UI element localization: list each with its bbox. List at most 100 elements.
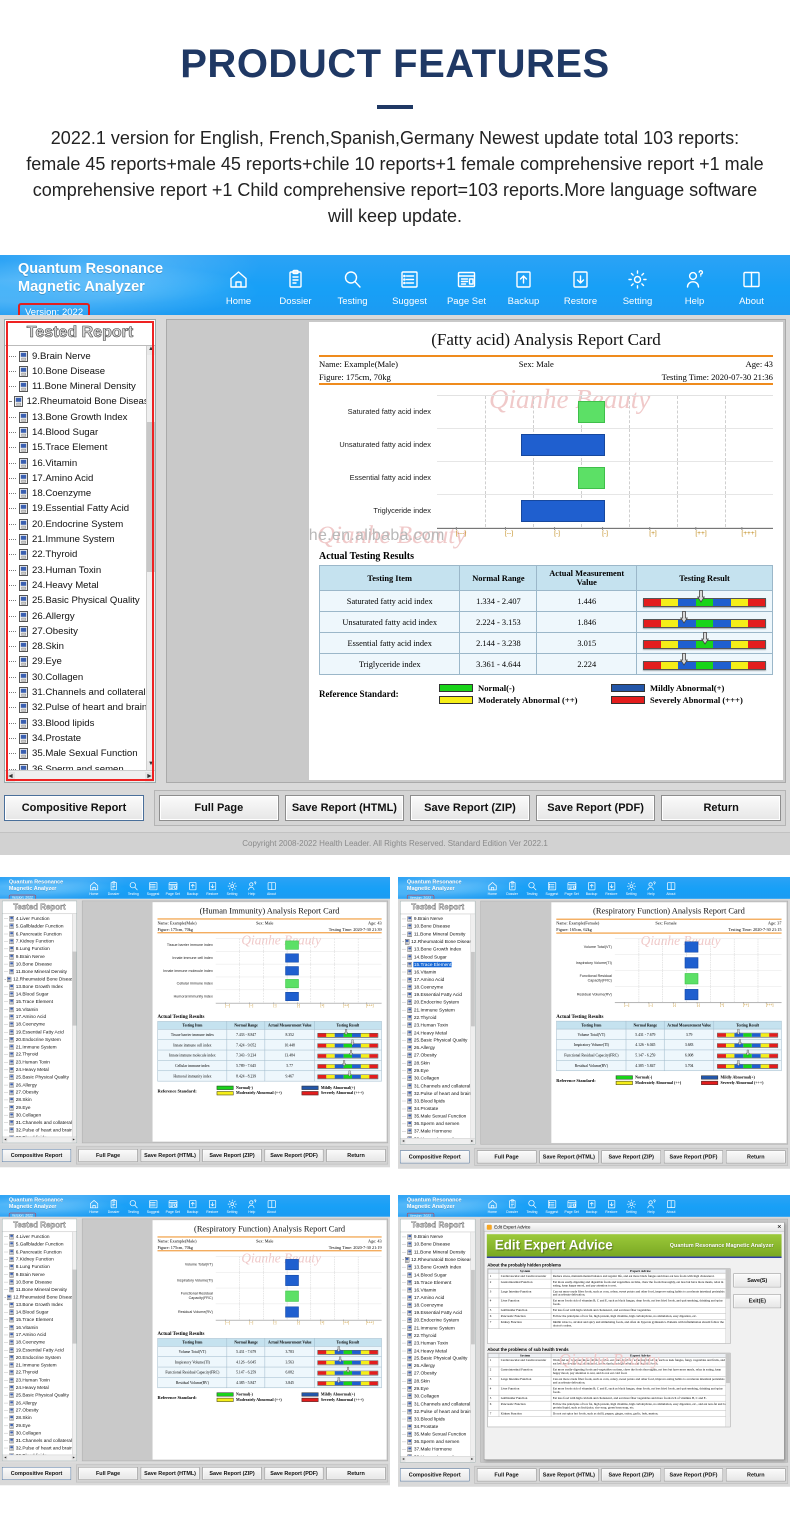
tree-horizontal-scrollbar[interactable]: ◄ ► [5, 770, 155, 783]
nav-item-setting[interactable]: Setting [609, 264, 666, 307]
tree-item[interactable]: 19.Essential Fatty Acid [7, 501, 155, 516]
compositive-report-button[interactable]: Compositive Report [4, 795, 144, 822]
hscroll-left-arrow[interactable]: ◄ [2, 1455, 8, 1461]
tree-item[interactable]: 29.Eye [7, 654, 155, 669]
tree-item[interactable]: 32.Pulse of heart and brain [7, 700, 155, 715]
hscroll-right-arrow[interactable]: ► [71, 1137, 77, 1143]
thumbnail-expert-advice[interactable]: Quantum Resonance Magnetic Analyzer Versio… [398, 1195, 790, 1496]
tree-horizontal-scrollbar[interactable]: ◄ ► [400, 1456, 475, 1463]
report-tree[interactable]: 4.Liver Function 5.Gallbladder Function 6.… [2, 1232, 77, 1456]
tree-item[interactable]: 38.Human Immunity [401, 1454, 474, 1457]
nav-item-suggest[interactable]: Suggest [542, 881, 562, 896]
nav-item-dossier[interactable]: Dossier [502, 881, 522, 896]
tree-horizontal-scrollbar[interactable]: ◄ ► [2, 1137, 77, 1143]
return-button[interactable]: Return [726, 1468, 786, 1482]
thumbnail-respiratory-male[interactable]: Quantum Resonance Magnetic Analyzer Versio… [0, 1195, 390, 1496]
nav-item-backup[interactable]: Backup [495, 264, 552, 307]
tree-item[interactable]: 15.Trace Element [7, 440, 155, 455]
nav-item-backup[interactable]: Backup [183, 1199, 203, 1214]
nav-item-page-set[interactable]: Page Set [562, 1199, 582, 1214]
save-report-html-button[interactable]: Save Report (HTML) [539, 1150, 599, 1164]
scroll-down-arrow[interactable]: ▼ [147, 761, 155, 771]
save-report-pdf-button[interactable]: Save Report (PDF) [663, 1468, 724, 1482]
full-page-button[interactable]: Full Page [78, 1467, 138, 1481]
tree-item[interactable]: 34.Prostate [7, 731, 155, 746]
tree-item[interactable]: 10.Bone Disease [7, 364, 155, 379]
advice-scrollbar-1[interactable] [725, 1269, 730, 1344]
scroll-up-arrow[interactable]: ▲ [147, 346, 155, 356]
tree-item[interactable]: 30.Collagen [7, 670, 155, 685]
nav-item-suggest[interactable]: Suggest [143, 1199, 163, 1214]
nav-item-page-set[interactable]: Page Set [562, 881, 582, 896]
hscroll-left-arrow[interactable]: ◄ [400, 1457, 406, 1463]
nav-item-dossier[interactable]: Dossier [502, 1199, 522, 1214]
save-report-zip-button[interactable]: Save Report (ZIP) [202, 1467, 262, 1481]
save-report-html-button[interactable]: Save Report (HTML) [284, 795, 405, 822]
tree-item[interactable]: 14.Blood Sugar [7, 425, 155, 440]
hscroll-right-arrow[interactable]: ► [469, 1457, 475, 1463]
save-report-html-button[interactable]: Save Report (HTML) [140, 1467, 200, 1481]
compositive-report-button[interactable]: Compositive Report [399, 1150, 470, 1164]
nav-item-help[interactable]: Help [242, 881, 262, 896]
save-report-html-button[interactable]: Save Report (HTML) [539, 1468, 599, 1482]
scroll-thumb[interactable] [147, 422, 155, 573]
tree-item[interactable]: 36.Sperm and semen [7, 761, 155, 771]
tree-vertical-scrollbar[interactable] [72, 1232, 77, 1456]
nav-item-setting[interactable]: Setting [222, 881, 242, 896]
tree-vertical-scrollbar[interactable] [470, 1232, 475, 1457]
tree-item[interactable]: 16.Vitamin [7, 455, 155, 470]
nav-item-restore[interactable]: Restore [601, 1199, 621, 1214]
report-tree[interactable]: 9.Brain Nerve 10.Bone Disease 11.Bone Mine… [400, 914, 475, 1139]
tree-item[interactable]: 31.Channels and collaterals [7, 685, 155, 700]
nav-item-backup[interactable]: Backup [582, 1199, 602, 1214]
tree-item[interactable]: 21.Immune System [7, 532, 155, 547]
nav-item-help[interactable]: Help [666, 264, 723, 307]
save-report-zip-button[interactable]: Save Report (ZIP) [601, 1150, 661, 1164]
tree-vertical-scrollbar[interactable] [470, 914, 475, 1139]
nav-item-backup[interactable]: Backup [582, 881, 602, 896]
compositive-report-button[interactable]: Compositive Report [1, 1467, 72, 1481]
nav-item-about[interactable]: About [661, 1199, 681, 1214]
nav-item-testing[interactable]: Testing [123, 1199, 143, 1214]
return-button[interactable]: Return [661, 795, 781, 822]
save-report-pdf-button[interactable]: Save Report (PDF) [264, 1467, 324, 1481]
nav-item-restore[interactable]: Restore [202, 1199, 222, 1214]
save-report-zip-button[interactable]: Save Report (ZIP) [601, 1468, 661, 1482]
hscroll-left-arrow[interactable]: ◄ [6, 771, 15, 782]
compositive-report-button[interactable]: Compositive Report [399, 1468, 470, 1482]
tree-item[interactable]: 33.Blood lipids [3, 1134, 76, 1138]
nav-item-suggest[interactable]: Suggest [381, 264, 438, 307]
nav-item-page-set[interactable]: Page Set [163, 1199, 183, 1214]
nav-item-dossier[interactable]: Dossier [104, 1199, 124, 1214]
return-button[interactable]: Return [326, 1149, 386, 1163]
nav-item-setting[interactable]: Setting [621, 1199, 641, 1214]
nav-item-restore[interactable]: Restore [202, 881, 222, 896]
save-button[interactable]: Save(S) [733, 1273, 782, 1288]
tree-item[interactable]: 23.Human Toxin [7, 563, 155, 578]
tree-item[interactable]: 25.Basic Physical Quality [7, 593, 155, 608]
tree-vertical-scrollbar[interactable] [72, 914, 77, 1138]
report-tree[interactable]: 9.Brain Nerve 10.Bone Disease 11.Bone Mine… [5, 346, 155, 771]
nav-item-dossier[interactable]: Dossier [267, 264, 324, 307]
tree-item[interactable]: 26.Allergy [7, 608, 155, 623]
tree-item[interactable]: 33.Blood lipids [3, 1452, 76, 1456]
tree-item[interactable]: 24.Heavy Metal [7, 578, 155, 593]
advice-table-2-scroll[interactable]: System Expert Advice 1 Cardiovascular and C… [487, 1353, 731, 1428]
hscroll-right-arrow[interactable]: ► [469, 1139, 475, 1145]
nav-item-about[interactable]: About [262, 1199, 282, 1214]
tree-item[interactable]: 28.Skin [7, 639, 155, 654]
scroll-thumb[interactable] [470, 952, 475, 1027]
exit-button[interactable]: Exit(E) [733, 1294, 782, 1309]
tree-item[interactable]: 35.Male Sexual Function [7, 746, 155, 761]
tree-item[interactable]: 9.Brain Nerve [7, 348, 155, 363]
report-tree[interactable]: 4.Liver Function 5.Gallbladder Function 6.… [2, 914, 77, 1138]
tree-horizontal-scrollbar[interactable]: ◄ ► [400, 1138, 475, 1145]
tree-item[interactable]: 22.Thyroid [7, 547, 155, 562]
advice-scrollbar-2[interactable] [725, 1353, 730, 1428]
tree-item[interactable]: 20.Endocrine System [7, 517, 155, 532]
tree-item[interactable]: 18.Coenzyme [7, 486, 155, 501]
scroll-thumb[interactable] [72, 951, 77, 1026]
tree-item[interactable]: 11.Bone Mineral Density [7, 379, 155, 394]
tree-item[interactable]: 13.Bone Growth Index [7, 410, 155, 425]
save-report-pdf-button[interactable]: Save Report (PDF) [535, 795, 656, 822]
